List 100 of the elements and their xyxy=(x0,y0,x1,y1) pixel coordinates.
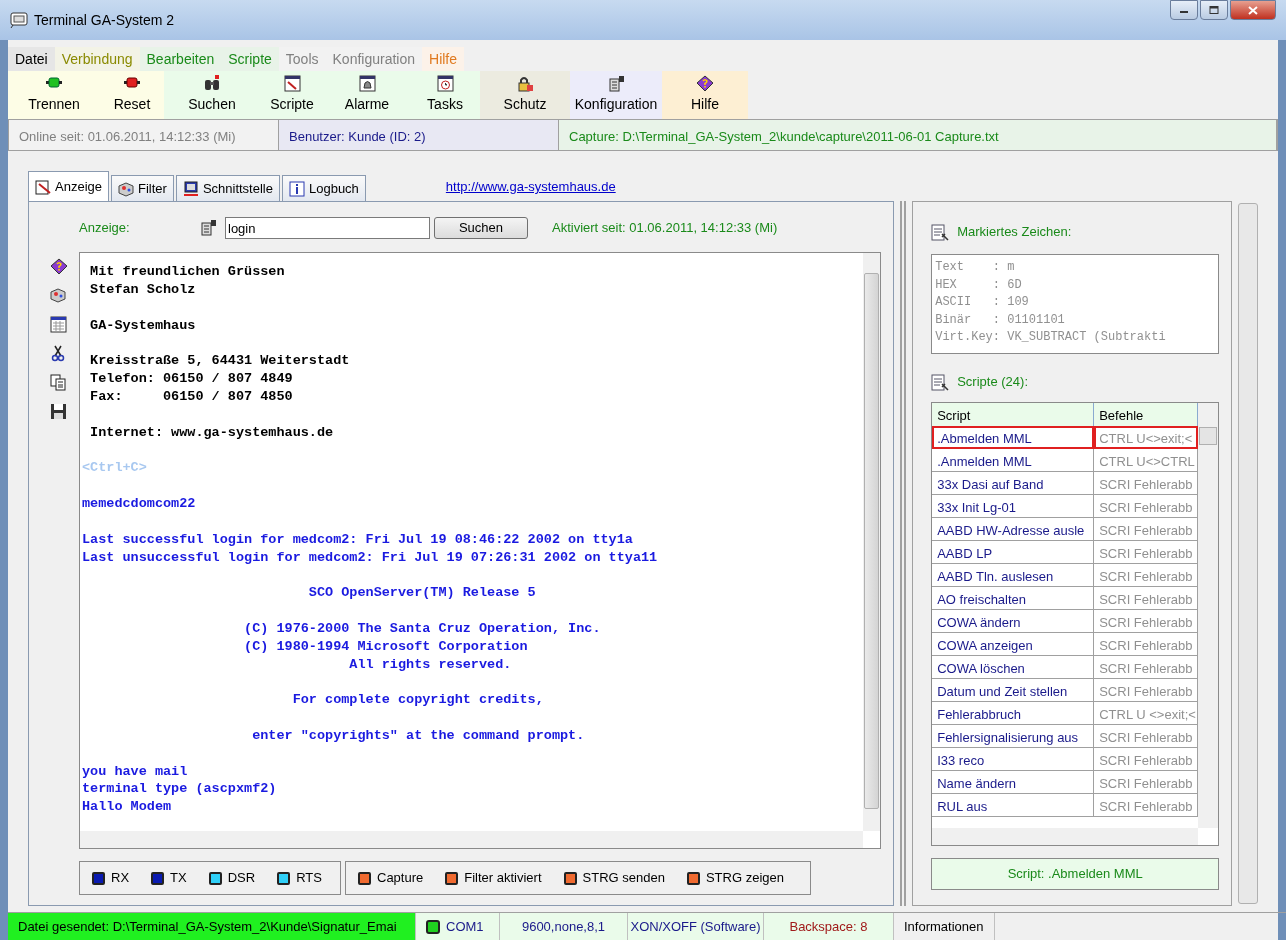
pencil-page-icon xyxy=(35,178,51,195)
status-text: Backspace: 8 xyxy=(789,917,868,936)
document-icon xyxy=(931,223,950,241)
vertical-scrollbar[interactable] xyxy=(1198,403,1219,828)
toolbar-button[interactable]: Alarme xyxy=(324,71,410,119)
toolbar-button[interactable]: Hilfe xyxy=(662,71,748,119)
scissors-icon[interactable] xyxy=(49,345,67,362)
table-cell[interactable]: RUL aus xyxy=(932,794,1095,817)
led-label: RX xyxy=(111,869,130,888)
section-title: Scripte (24): xyxy=(957,373,1028,392)
help-book-icon xyxy=(696,75,714,92)
led-label: RTS xyxy=(296,869,322,888)
help-book-icon[interactable] xyxy=(49,258,67,275)
table-cell[interactable]: I33 reco xyxy=(932,748,1095,771)
table-cell[interactable]: .Anmelden MML xyxy=(932,449,1095,472)
table-cell[interactable]: Fehlerabbruch xyxy=(932,702,1095,725)
terminal-line: terminal type (ascpxmf2) xyxy=(82,780,278,799)
terminal-line: For complete copyright credits, xyxy=(291,691,545,710)
tab[interactable]: Schnittstelle xyxy=(175,175,280,201)
toolbar-button[interactable]: Schutz xyxy=(480,71,570,119)
toolbar-button[interactable]: Scripte xyxy=(260,71,324,119)
table-cell[interactable]: 33x Init Lg-01 xyxy=(932,495,1095,518)
search-button[interactable]: Suchen xyxy=(434,217,528,239)
led-label: Filter aktiviert xyxy=(464,869,542,888)
table-cell[interactable]: COWA ändern xyxy=(932,610,1095,633)
status-text: COM1 xyxy=(446,917,484,936)
maximize-button[interactable] xyxy=(1200,0,1228,20)
column-header[interactable]: Script xyxy=(932,403,1095,426)
terminal-line: Last unsuccessful login for medcom2: Fri Jul 19 07:26:31 2002 on ttya11 xyxy=(82,548,659,567)
maximize-icon xyxy=(1209,6,1219,14)
terminal-line: enter "copyrights" at the command prompt. xyxy=(251,726,586,745)
table-cell[interactable]: AABD Tln. auslesen xyxy=(932,564,1095,587)
terminal-line: <Ctrl+C> xyxy=(82,459,148,478)
activated-since-label: Aktiviert seit: 01.06.2011, 14:12:33 (Mi) xyxy=(552,219,778,238)
close-button[interactable] xyxy=(1230,0,1276,20)
table-cell[interactable]: AO freischalten xyxy=(932,587,1095,610)
minimize-button[interactable] xyxy=(1170,0,1198,20)
led-label: Capture xyxy=(377,869,424,888)
terminal-line: SCO OpenServer(TM) Release 5 xyxy=(307,584,537,603)
character-info-line: HEX : 6D xyxy=(935,276,1023,294)
horizontal-scrollbar[interactable] xyxy=(932,828,1199,845)
led-icon xyxy=(426,919,440,934)
table-cell[interactable]: Name ändern xyxy=(932,771,1095,794)
terminal-line: Telefon: 06150 / 807 4849 xyxy=(89,370,294,388)
terminal-line: Hallo Modem xyxy=(82,798,173,817)
website-link[interactable]: http://www.ga-systemhaus.de xyxy=(445,177,616,197)
vertical-scrollbar[interactable] xyxy=(863,253,881,831)
cube-icon[interactable] xyxy=(49,287,67,304)
terminal-line: GA-Systemhaus xyxy=(89,316,197,335)
lock-icon xyxy=(516,75,534,92)
vertical-scrollbar[interactable] xyxy=(1238,203,1258,904)
menu-item[interactable]: Scripte xyxy=(221,47,279,71)
table-cell[interactable]: Fehlersignalisierung aus xyxy=(932,725,1095,748)
toolbar-button[interactable]: Suchen xyxy=(164,71,260,119)
table-cell[interactable]: .Abmelden MML xyxy=(932,426,1095,449)
display-label: Anzeige: xyxy=(79,219,131,238)
menu-item[interactable]: Bearbeiten xyxy=(139,47,222,71)
terminal-line: (C) 1980-1994 Microsoft Corporation xyxy=(243,637,529,656)
table-cell[interactable]: AABD HW-Adresse ausle xyxy=(932,518,1095,541)
tab[interactable]: Logbuch xyxy=(281,175,366,201)
table-cell[interactable]: AABD LP xyxy=(932,541,1095,564)
table-cell[interactable]: 33x Dasi auf Band xyxy=(932,472,1095,495)
calendar-icon[interactable] xyxy=(49,316,67,333)
table-cell[interactable]: Datum und Zeit stellen xyxy=(932,679,1095,702)
toolbar-button[interactable]: Konfiguration xyxy=(570,71,662,119)
table-cell[interactable]: COWA anzeigen xyxy=(932,633,1095,656)
monitor-icon xyxy=(182,180,199,197)
terminal-app-icon xyxy=(10,12,28,28)
info-field: Capture: D:\Terminal_GA-System_2\kunde\capture\2011-06-01 Capture.txt xyxy=(559,120,1277,150)
toolbar-button[interactable]: Tasks xyxy=(410,71,480,119)
server-settings-icon xyxy=(199,219,219,237)
alarm-window-icon xyxy=(358,75,376,92)
terminal-line: Internet: www.ga-systemhaus.de xyxy=(89,423,335,442)
terminal-line: (C) 1976-2000 The Santa Cruz Operation, Inc. xyxy=(243,619,602,638)
character-info-line: Text : m xyxy=(935,259,1016,276)
info-field: Benutzer: Kunde (ID: 2) xyxy=(279,120,559,150)
binoculars-icon xyxy=(203,75,221,92)
terminal-line: Fax: 06150 / 807 4850 xyxy=(89,387,294,406)
table-cell[interactable]: COWA löschen xyxy=(932,656,1095,679)
led-label: TX xyxy=(170,869,187,888)
column-header[interactable]: Befehle xyxy=(1094,403,1199,426)
info-icon xyxy=(288,180,305,197)
toolbar-button[interactable]: Trennen xyxy=(8,71,100,119)
menu-item[interactable]: Datei xyxy=(8,47,55,71)
toolbar-button[interactable]: Reset xyxy=(100,71,164,119)
terminal-line: Last successful login for medcom2: Fri Jul 19 08:46:22 2002 on tty1a xyxy=(82,530,634,549)
tab[interactable]: Filter xyxy=(111,175,174,201)
tab[interactable]: Anzeige xyxy=(28,171,109,201)
server-settings-icon xyxy=(607,75,625,92)
cube-icon xyxy=(118,180,134,197)
script-window-icon xyxy=(283,75,301,92)
status-text: Informationen xyxy=(904,917,984,936)
clock-window-icon xyxy=(436,75,454,92)
horizontal-scrollbar[interactable] xyxy=(80,831,864,848)
search-field[interactable]: login xyxy=(225,217,430,239)
led-label: DSR xyxy=(227,869,256,888)
character-info-line: ASCII : 109 xyxy=(935,294,1030,311)
copy-icon[interactable] xyxy=(49,374,67,391)
terminal-line: memedcdomcom22 xyxy=(82,494,197,513)
window-title: Terminal GA-System 2 xyxy=(34,10,175,30)
